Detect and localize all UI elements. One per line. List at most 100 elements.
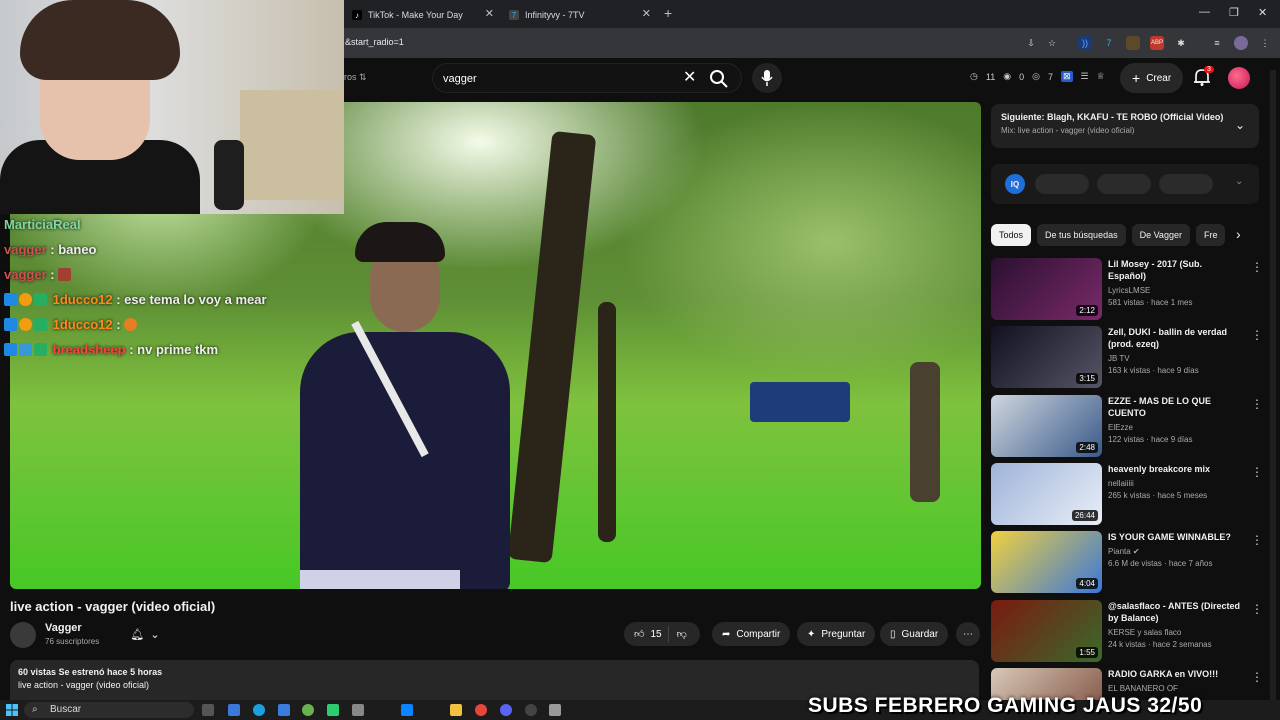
browser-tab[interactable]: ♪ TikTok - Make Your Day ✕ xyxy=(346,4,498,26)
profile-icon[interactable] xyxy=(1234,36,1248,50)
chip-searches[interactable]: De tus búsquedas xyxy=(1037,224,1126,246)
close-tab-icon[interactable]: ✕ xyxy=(485,7,494,20)
chevron-down-icon[interactable]: ⌄ xyxy=(1235,176,1243,187)
more-options-icon[interactable]: ⋮ xyxy=(1251,328,1263,342)
up-next-mix-panel[interactable]: Siguiente: Blagh, KKAFU - TE ROBO (Offic… xyxy=(991,104,1259,148)
rec-title[interactable]: Zell, DUKI - ballin de verdad (prod. eze… xyxy=(1108,326,1242,350)
recommendation-item[interactable]: 2:48 EZZE - MAS DE LO QUE CUENTO ElEzze 12… xyxy=(991,395,1263,459)
media-icon[interactable]: ≡ xyxy=(1210,36,1224,50)
close-tab-icon[interactable]: ✕ xyxy=(642,7,651,20)
scrollbar[interactable] xyxy=(1270,70,1276,700)
rec-channel-name[interactable]: Pianta xyxy=(1108,547,1131,556)
menu-icon[interactable]: ⋮ xyxy=(1258,36,1272,50)
more-options-icon[interactable]: ⋮ xyxy=(1251,465,1263,479)
chevron-right-icon[interactable]: › xyxy=(1236,226,1241,242)
minimize-icon[interactable]: — xyxy=(1199,6,1210,18)
more-options-icon[interactable]: ⋮ xyxy=(1251,670,1261,684)
extension-pill[interactable] xyxy=(1035,174,1089,194)
app-icon[interactable] xyxy=(549,704,561,716)
video-thumbnail[interactable]: 26:44 xyxy=(991,463,1102,525)
taskbar-search[interactable]: ⌕ Buscar xyxy=(24,702,194,718)
close-window-icon[interactable]: ✕ xyxy=(1258,6,1267,19)
extension-pill[interactable] xyxy=(1097,174,1151,194)
extension-icon[interactable] xyxy=(1126,36,1140,50)
voice-search-button[interactable] xyxy=(752,63,782,93)
rec-channel[interactable]: Pianta ✔ xyxy=(1108,546,1242,558)
install-icon[interactable]: ⇩ xyxy=(1024,36,1038,50)
chip-channel[interactable]: De Vagger xyxy=(1131,224,1190,246)
recommendation-item[interactable]: 1:55 @salasflaco - ANTES (Directed by Ba… xyxy=(991,600,1263,664)
url-field[interactable]: &start_radio=1 xyxy=(345,37,404,47)
rec-title[interactable]: heavenly breakcore mix xyxy=(1108,463,1242,475)
more-options-icon[interactable]: ⋮ xyxy=(1251,397,1263,411)
extension-icon[interactable]: )) xyxy=(1078,36,1092,50)
extension-icon[interactable]: ⊠ xyxy=(1060,71,1073,82)
puzzle-icon[interactable]: ✱ xyxy=(1174,36,1188,50)
like-button[interactable]: 👍︎ 15 xyxy=(624,626,669,642)
channel-avatar[interactable] xyxy=(10,622,36,648)
app-icon[interactable] xyxy=(401,704,413,716)
browser-tab[interactable]: 7 Infinityvy - 7TV ✕ xyxy=(503,4,655,26)
account-avatar[interactable] xyxy=(1228,67,1250,89)
chip-all[interactable]: Todos xyxy=(991,224,1032,246)
app-icon[interactable] xyxy=(302,704,314,716)
windows-start-icon[interactable] xyxy=(6,704,18,716)
rec-title[interactable]: EZZE - MAS DE LO QUE CUENTO xyxy=(1108,395,1242,419)
app-icon[interactable] xyxy=(278,704,290,716)
adblock-icon[interactable]: ABP xyxy=(1150,36,1164,50)
chrome-icon[interactable] xyxy=(475,704,487,716)
trophy-icon[interactable]: ♕ xyxy=(1097,71,1105,82)
restore-icon[interactable]: ❐ xyxy=(1229,6,1239,19)
rec-title[interactable]: RADIO GARKA en VIVO!!! xyxy=(1108,668,1242,680)
video-thumbnail[interactable]: 2:12 xyxy=(991,258,1102,320)
ask-button[interactable]: ✦ Preguntar xyxy=(797,622,876,646)
rec-channel[interactable]: ElEzze xyxy=(1108,422,1242,434)
channel-name[interactable]: Vagger xyxy=(45,622,82,634)
discord-icon[interactable] xyxy=(500,704,512,716)
recommendation-item[interactable]: 3:15 Zell, DUKI - ballin de verdad (prod… xyxy=(991,326,1263,390)
create-button[interactable]: + Crear xyxy=(1120,63,1184,93)
app-icon[interactable] xyxy=(352,704,364,716)
rec-channel[interactable]: KERSE y salas flaco xyxy=(1108,627,1242,639)
more-options-icon[interactable]: ⋮ xyxy=(1251,602,1263,616)
subscription-bell-button[interactable]: 🔔︎ ⌄ xyxy=(120,622,170,646)
folder-icon[interactable] xyxy=(450,704,462,716)
app-icon[interactable] xyxy=(327,704,339,716)
obs-icon[interactable] xyxy=(525,704,537,716)
chip-more[interactable]: Fre xyxy=(1195,224,1226,246)
video-thumbnail[interactable]: 1:55 xyxy=(991,600,1102,662)
search-icon[interactable] xyxy=(709,69,729,89)
video-thumbnail[interactable]: 4:04 xyxy=(991,531,1102,593)
iq-icon[interactable]: IQ xyxy=(1005,174,1025,194)
more-actions-button[interactable]: ⋯ xyxy=(956,622,980,646)
more-options-icon[interactable]: ⋮ xyxy=(1251,533,1263,547)
rec-channel[interactable]: JB TV xyxy=(1108,353,1242,365)
7tv-extension-icon[interactable]: 7 xyxy=(1102,36,1116,50)
share-button[interactable]: ➦ Compartir xyxy=(712,622,791,646)
video-thumbnail[interactable]: 2:48 xyxy=(991,395,1102,457)
extension-pill[interactable] xyxy=(1159,174,1213,194)
rec-title[interactable]: @salasflaco - ANTES (Directed by Balance… xyxy=(1108,600,1242,624)
edge-icon[interactable] xyxy=(253,704,265,716)
rec-channel[interactable]: nellaiiiii xyxy=(1108,478,1242,490)
dislike-button[interactable]: 👎︎ xyxy=(669,628,695,640)
filters-button[interactable]: ros ⇅ xyxy=(344,72,367,83)
task-view-icon[interactable] xyxy=(202,704,214,716)
recommendation-item[interactable]: 4:04 IS YOUR GAME WINNABLE? Pianta ✔ 6.6 M… xyxy=(991,531,1263,595)
rec-title[interactable]: Lil Mosey - 2017 (Sub. Español) xyxy=(1108,258,1242,282)
clear-search-icon[interactable]: ✕ xyxy=(683,67,696,87)
chevron-down-icon[interactable]: ⌄ xyxy=(1235,118,1245,132)
recommendation-item[interactable]: 26:44 heavenly breakcore mix nellaiiiii 26… xyxy=(991,463,1263,527)
search-input[interactable] xyxy=(443,70,683,88)
bookmark-star-icon[interactable]: ☆ xyxy=(1045,36,1059,50)
extension-stats: ◷ 11 ◉ 0 ◎ 7 ⊠ ☰ ♕ xyxy=(970,71,1105,82)
more-options-icon[interactable]: ⋮ xyxy=(1251,260,1263,274)
rec-channel[interactable]: LyricsLMSE xyxy=(1108,285,1242,297)
recommendation-item[interactable]: 2:12 Lil Mosey - 2017 (Sub. Español) Lyri… xyxy=(991,258,1263,322)
new-tab-button[interactable]: + xyxy=(664,5,672,21)
list-icon[interactable]: ☰ xyxy=(1081,71,1089,82)
video-thumbnail[interactable]: 3:15 xyxy=(991,326,1102,388)
app-icon[interactable] xyxy=(228,704,240,716)
save-button[interactable]: ▯ Guardar xyxy=(880,622,949,646)
rec-title[interactable]: IS YOUR GAME WINNABLE? xyxy=(1108,531,1242,543)
